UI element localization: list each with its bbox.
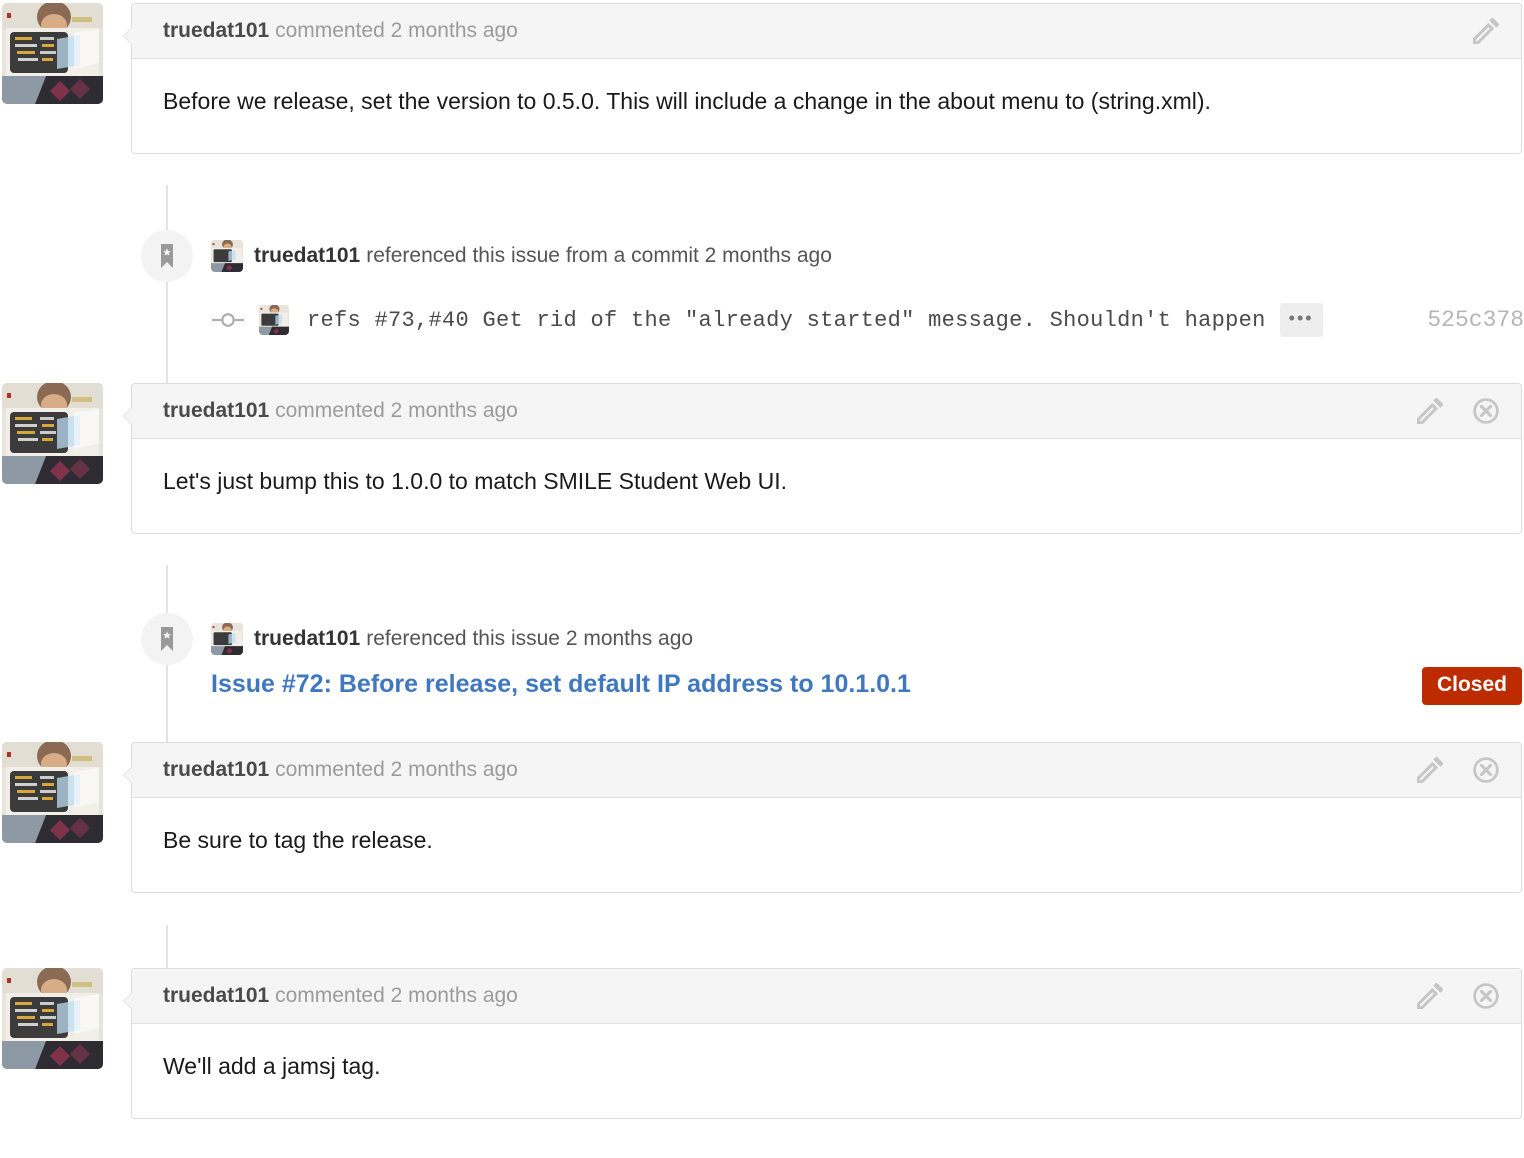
commit-row: refs #73,#40 Get rid of the "already sta… <box>211 303 1524 337</box>
comment-timestamp: commented 2 months ago <box>275 984 518 1007</box>
avatar[interactable] <box>2 383 103 484</box>
close-icon[interactable] <box>1473 983 1499 1009</box>
comment-box: truedat101 commented 2 months ago <box>123 383 1522 535</box>
commit-expand-button[interactable]: ••• <box>1279 303 1323 337</box>
close-icon[interactable] <box>1473 398 1499 424</box>
comment-actions <box>1417 757 1499 783</box>
comment-author[interactable]: truedat101 <box>163 19 269 42</box>
avatar[interactable] <box>259 305 289 335</box>
edit-icon[interactable] <box>1417 757 1443 783</box>
comment-meta: truedat101 commented 2 months ago <box>163 984 518 1008</box>
comment-header: truedat101 commented 2 months ago <box>132 969 1521 1024</box>
issue-reference-text: truedat101 referenced this issue 2 month… <box>211 613 693 665</box>
edit-icon[interactable] <box>1473 18 1499 44</box>
event-description: referenced this issue 2 months ago <box>366 627 694 650</box>
comment-timestamp: commented 2 months ago <box>275 19 518 42</box>
comment-meta: truedat101 commented 2 months ago <box>163 399 518 423</box>
event-author[interactable]: truedat101 <box>254 627 360 651</box>
avatar[interactable] <box>2 968 103 1069</box>
commit-sha[interactable]: 525c378 <box>1427 307 1524 333</box>
comment-timestamp: commented 2 months ago <box>275 758 518 781</box>
comment-meta: truedat101 commented 2 months ago <box>163 758 518 782</box>
comment-timestamp: commented 2 months ago <box>275 399 518 422</box>
bookmark-badge <box>141 230 193 282</box>
commit-reference-text: truedat101 referenced this issue from a … <box>211 230 832 282</box>
comment-actions <box>1473 18 1499 44</box>
bookmark-badge <box>141 613 193 665</box>
avatar[interactable] <box>2 742 103 843</box>
comment-body: We'll add a jamsj tag. <box>163 1053 381 1079</box>
git-commit-icon <box>211 312 245 328</box>
comment-meta: truedat101 commented 2 months ago <box>163 19 518 43</box>
avatar[interactable] <box>2 3 103 104</box>
edit-icon[interactable] <box>1417 398 1443 424</box>
close-icon[interactable] <box>1473 757 1499 783</box>
comment-actions <box>1417 398 1499 424</box>
status-badge: Closed <box>1421 667 1522 706</box>
timeline-rail-3 <box>166 925 168 972</box>
comment-body: Let's just bump this to 1.0.0 to match S… <box>163 468 787 494</box>
comment-author[interactable]: truedat101 <box>163 399 269 422</box>
comment-box: truedat101 commented 2 months ago <box>123 742 1522 894</box>
comment-body: Before we release, set the version to 0.… <box>163 88 1211 114</box>
avatar[interactable] <box>211 240 243 272</box>
event-author[interactable]: truedat101 <box>254 244 360 268</box>
comment-author[interactable]: truedat101 <box>163 758 269 781</box>
comment-header: truedat101 commented 2 months ago <box>132 743 1521 798</box>
commit-message[interactable]: refs #73,#40 Get rid of the "already sta… <box>307 308 1266 333</box>
event-description: referenced this issue from a commit 2 mo… <box>366 244 832 267</box>
edit-icon[interactable] <box>1417 983 1443 1009</box>
comment-box: truedat101 commented 2 months ago <box>123 968 1522 1120</box>
avatar[interactable] <box>211 623 243 655</box>
timeline-rail-1 <box>166 185 168 391</box>
referenced-issue-link[interactable]: Issue #72: Before release, set default I… <box>211 670 911 699</box>
comment-box: truedat101 commented 2 months ago Before… <box>123 3 1522 155</box>
comment-actions <box>1417 983 1499 1009</box>
comment-header: truedat101 commented 2 months ago <box>132 384 1521 439</box>
comment-header: truedat101 commented 2 months ago <box>132 4 1521 59</box>
comment-author[interactable]: truedat101 <box>163 984 269 1007</box>
comment-body: Be sure to tag the release. <box>163 827 433 853</box>
